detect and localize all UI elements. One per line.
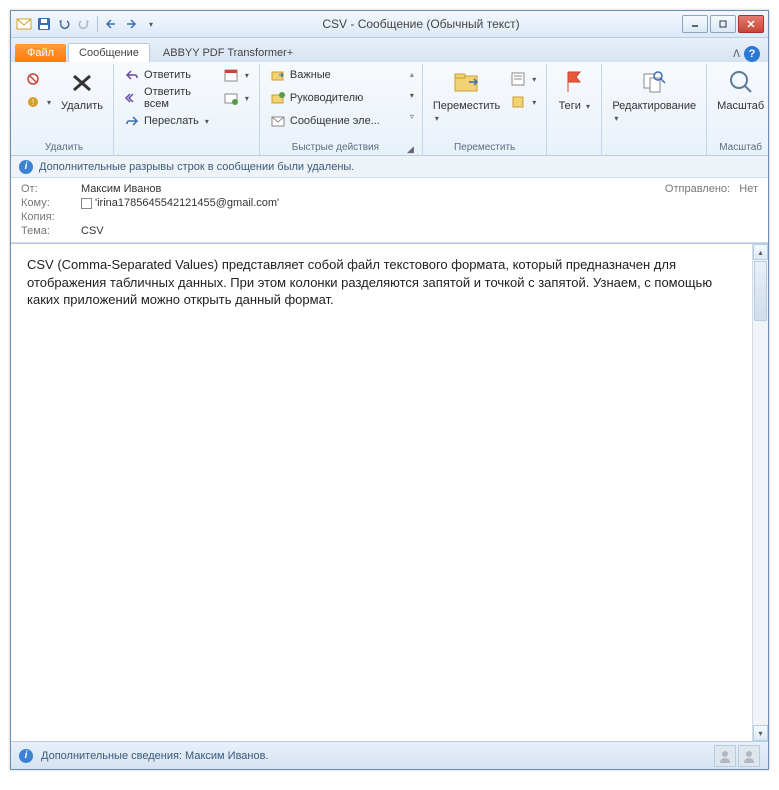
find-icon bbox=[638, 66, 670, 98]
actions-button[interactable]: ▾ bbox=[506, 91, 540, 113]
scroll-down-button[interactable]: ▾ bbox=[753, 725, 768, 741]
delete-icon bbox=[66, 66, 98, 98]
window-title: CSV - Сообщение (Обычный текст) bbox=[160, 17, 682, 31]
folder-move-icon bbox=[270, 67, 286, 83]
move-folder-icon bbox=[451, 66, 483, 98]
team-email-icon bbox=[270, 113, 286, 129]
tab-abbyy[interactable]: ABBYY PDF Transformer+ bbox=[152, 43, 304, 62]
message-body-container: CSV (Comma-Separated Values) представляе… bbox=[11, 243, 768, 741]
ribbon-group-respond: Ответить Ответить всем Переслать▾ ▾ ▾ bbox=[114, 64, 260, 155]
ribbon-group-move: Переместить ▾ ▾ ▾ Переместить bbox=[423, 64, 547, 155]
svg-text:!: ! bbox=[32, 98, 34, 107]
reply-all-icon bbox=[124, 90, 140, 106]
minimize-button[interactable] bbox=[682, 15, 708, 33]
next-item-icon[interactable] bbox=[122, 15, 140, 33]
tab-message[interactable]: Сообщение bbox=[68, 43, 150, 62]
junk-button[interactable]: !▾ bbox=[21, 91, 55, 113]
to-label: Кому: bbox=[21, 197, 81, 209]
subject-label: Тема: bbox=[21, 225, 81, 237]
move-button[interactable]: Переместить ▾ bbox=[429, 64, 504, 126]
ignore-icon bbox=[25, 71, 41, 87]
more-icon bbox=[223, 90, 239, 106]
people-pane-button-2[interactable] bbox=[738, 745, 760, 767]
file-tab[interactable]: Файл bbox=[15, 44, 66, 62]
minimize-ribbon-icon[interactable]: ᐱ bbox=[733, 49, 740, 60]
zoom-button[interactable]: Масштаб bbox=[713, 64, 768, 114]
status-info-icon: i bbox=[19, 749, 33, 763]
ribbon-tabs: Файл Сообщение ABBYY PDF Transformer+ ᐱ … bbox=[11, 38, 768, 62]
info-bar-text: Дополнительные разрывы строк в сообщении… bbox=[39, 161, 354, 173]
statusbar: i Дополнительные сведения: Максим Иванов… bbox=[11, 741, 768, 769]
info-icon: i bbox=[19, 160, 33, 174]
ribbon-group-delete: !▾ Удалить Удалить bbox=[15, 64, 114, 155]
undo-icon[interactable] bbox=[55, 15, 73, 33]
help-icon[interactable]: ? bbox=[744, 46, 760, 62]
ignore-button[interactable] bbox=[21, 68, 55, 90]
status-text: Дополнительные сведения: Максим Иванов. bbox=[41, 750, 269, 762]
maximize-button[interactable] bbox=[710, 15, 736, 33]
more-respond-button[interactable]: ▾ bbox=[219, 87, 253, 109]
people-pane-button-1[interactable] bbox=[714, 745, 736, 767]
ribbon-group-tags: Теги ▾ bbox=[547, 64, 602, 155]
meeting-icon bbox=[223, 67, 239, 83]
vertical-scrollbar: ▴ ▾ bbox=[752, 244, 768, 741]
delete-button[interactable]: Удалить bbox=[57, 64, 107, 114]
qat-customize-icon[interactable]: ▾ bbox=[142, 15, 160, 33]
quick-important-button[interactable]: Важные bbox=[266, 64, 406, 86]
forward-icon bbox=[124, 113, 140, 129]
window-controls bbox=[682, 15, 764, 33]
quick-team-email-button[interactable]: Сообщение эле... bbox=[266, 110, 406, 132]
close-button[interactable] bbox=[738, 15, 764, 33]
reply-button[interactable]: Ответить bbox=[120, 64, 213, 86]
meeting-button[interactable]: ▾ bbox=[219, 64, 253, 86]
message-headers: От: Максим Иванов Отправлено: Нет Кому: … bbox=[11, 178, 768, 243]
actions-icon bbox=[510, 94, 526, 110]
ribbon: !▾ Удалить Удалить Ответить Ответить все… bbox=[11, 62, 768, 156]
quick-access-toolbar: ▾ bbox=[15, 15, 160, 33]
to-manager-icon bbox=[270, 90, 286, 106]
forward-button[interactable]: Переслать▾ bbox=[120, 110, 213, 132]
quick-gallery-up[interactable]: ▴ bbox=[408, 64, 416, 84]
scroll-thumb[interactable] bbox=[754, 261, 767, 321]
quick-manager-button[interactable]: Руководителю bbox=[266, 87, 406, 109]
reply-icon bbox=[124, 67, 140, 83]
outlook-message-window: ▾ CSV - Сообщение (Обычный текст) Файл С… bbox=[10, 10, 769, 770]
prev-item-icon[interactable] bbox=[102, 15, 120, 33]
quick-gallery-more[interactable]: ▿ bbox=[408, 106, 416, 126]
message-body[interactable]: CSV (Comma-Separated Values) представляе… bbox=[11, 244, 752, 741]
from-label: От: bbox=[21, 183, 81, 195]
ribbon-group-editing: Редактирование ▾ bbox=[602, 64, 707, 155]
scroll-up-button[interactable]: ▴ bbox=[753, 244, 768, 260]
subject-value: CSV bbox=[81, 225, 758, 237]
zoom-icon bbox=[725, 66, 757, 98]
flag-icon bbox=[558, 66, 590, 98]
quick-gallery-down[interactable]: ▾ bbox=[408, 85, 416, 105]
ribbon-group-quick-steps: Важные Руководителю Сообщение эле... ▴ ▾… bbox=[260, 64, 423, 155]
cc-label: Копия: bbox=[21, 211, 81, 223]
titlebar: ▾ CSV - Сообщение (Обычный текст) bbox=[11, 11, 768, 38]
redo-icon[interactable] bbox=[75, 15, 93, 33]
info-bar[interactable]: i Дополнительные разрывы строк в сообщен… bbox=[11, 156, 768, 178]
ribbon-group-zoom: Масштаб Масштаб bbox=[707, 64, 774, 155]
from-value: Максим Иванов bbox=[81, 183, 665, 195]
scroll-track[interactable] bbox=[753, 322, 768, 725]
tags-button[interactable]: Теги ▾ bbox=[553, 64, 595, 114]
save-icon[interactable] bbox=[35, 15, 53, 33]
app-icon[interactable] bbox=[15, 15, 33, 33]
cc-value bbox=[81, 211, 758, 223]
sent-label: Отправлено: bbox=[665, 183, 730, 195]
rules-icon bbox=[510, 71, 526, 87]
reply-all-button[interactable]: Ответить всем bbox=[120, 87, 213, 109]
separator bbox=[97, 16, 98, 32]
editing-button[interactable]: Редактирование ▾ bbox=[608, 64, 700, 126]
to-value: 'irina1785645542121455@gmail.com' bbox=[81, 197, 758, 209]
sent-value: Нет bbox=[739, 183, 758, 195]
junk-icon: ! bbox=[25, 94, 41, 110]
dialog-launcher-icon[interactable]: ◢ bbox=[405, 144, 416, 155]
presence-icon bbox=[81, 198, 92, 209]
rules-button[interactable]: ▾ bbox=[506, 68, 540, 90]
